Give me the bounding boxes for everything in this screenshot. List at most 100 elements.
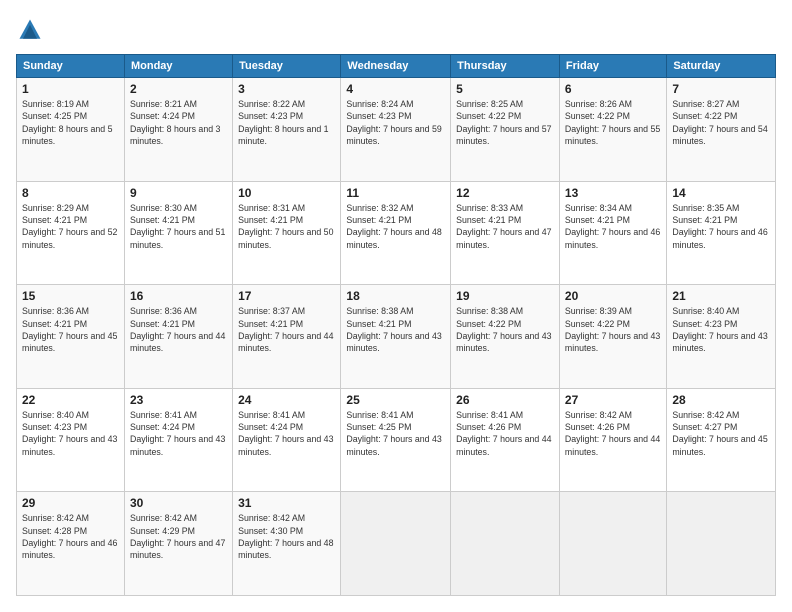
- day-info: Sunrise: 8:35 AM Sunset: 4:21 PM Dayligh…: [672, 202, 770, 251]
- day-info: Sunrise: 8:31 AM Sunset: 4:21 PM Dayligh…: [238, 202, 335, 251]
- day-number: 5: [456, 82, 554, 96]
- day-info: Sunrise: 8:42 AM Sunset: 4:27 PM Dayligh…: [672, 409, 770, 458]
- day-info: Sunrise: 8:30 AM Sunset: 4:21 PM Dayligh…: [130, 202, 227, 251]
- calendar-cell: 23 Sunrise: 8:41 AM Sunset: 4:24 PM Dayl…: [124, 388, 232, 492]
- day-info: Sunrise: 8:36 AM Sunset: 4:21 PM Dayligh…: [22, 305, 119, 354]
- day-number: 3: [238, 82, 335, 96]
- header: [16, 16, 776, 44]
- calendar-cell: 14 Sunrise: 8:35 AM Sunset: 4:21 PM Dayl…: [667, 181, 776, 285]
- calendar-week-row: 29 Sunrise: 8:42 AM Sunset: 4:28 PM Dayl…: [17, 492, 776, 596]
- calendar-header-wednesday: Wednesday: [341, 55, 451, 78]
- day-number: 11: [346, 186, 445, 200]
- calendar-cell: 8 Sunrise: 8:29 AM Sunset: 4:21 PM Dayli…: [17, 181, 125, 285]
- calendar-cell: 21 Sunrise: 8:40 AM Sunset: 4:23 PM Dayl…: [667, 285, 776, 389]
- day-info: Sunrise: 8:24 AM Sunset: 4:23 PM Dayligh…: [346, 98, 445, 147]
- calendar-cell: 13 Sunrise: 8:34 AM Sunset: 4:21 PM Dayl…: [559, 181, 666, 285]
- day-number: 8: [22, 186, 119, 200]
- calendar-cell: 3 Sunrise: 8:22 AM Sunset: 4:23 PM Dayli…: [233, 78, 341, 182]
- day-number: 28: [672, 393, 770, 407]
- calendar-cell: 9 Sunrise: 8:30 AM Sunset: 4:21 PM Dayli…: [124, 181, 232, 285]
- day-number: 27: [565, 393, 661, 407]
- day-info: Sunrise: 8:33 AM Sunset: 4:21 PM Dayligh…: [456, 202, 554, 251]
- day-info: Sunrise: 8:41 AM Sunset: 4:26 PM Dayligh…: [456, 409, 554, 458]
- calendar-cell: 12 Sunrise: 8:33 AM Sunset: 4:21 PM Dayl…: [451, 181, 560, 285]
- calendar-cell: 30 Sunrise: 8:42 AM Sunset: 4:29 PM Dayl…: [124, 492, 232, 596]
- day-number: 4: [346, 82, 445, 96]
- day-number: 22: [22, 393, 119, 407]
- calendar-cell: 6 Sunrise: 8:26 AM Sunset: 4:22 PM Dayli…: [559, 78, 666, 182]
- calendar-header-tuesday: Tuesday: [233, 55, 341, 78]
- calendar-cell: 26 Sunrise: 8:41 AM Sunset: 4:26 PM Dayl…: [451, 388, 560, 492]
- day-number: 21: [672, 289, 770, 303]
- calendar-header-friday: Friday: [559, 55, 666, 78]
- calendar-cell: 11 Sunrise: 8:32 AM Sunset: 4:21 PM Dayl…: [341, 181, 451, 285]
- calendar-week-row: 15 Sunrise: 8:36 AM Sunset: 4:21 PM Dayl…: [17, 285, 776, 389]
- day-info: Sunrise: 8:41 AM Sunset: 4:24 PM Dayligh…: [238, 409, 335, 458]
- day-info: Sunrise: 8:21 AM Sunset: 4:24 PM Dayligh…: [130, 98, 227, 147]
- logo-icon: [16, 16, 44, 44]
- calendar-cell: 15 Sunrise: 8:36 AM Sunset: 4:21 PM Dayl…: [17, 285, 125, 389]
- day-info: Sunrise: 8:42 AM Sunset: 4:30 PM Dayligh…: [238, 512, 335, 561]
- calendar-week-row: 8 Sunrise: 8:29 AM Sunset: 4:21 PM Dayli…: [17, 181, 776, 285]
- calendar-cell: 24 Sunrise: 8:41 AM Sunset: 4:24 PM Dayl…: [233, 388, 341, 492]
- day-info: Sunrise: 8:19 AM Sunset: 4:25 PM Dayligh…: [22, 98, 119, 147]
- day-number: 25: [346, 393, 445, 407]
- day-info: Sunrise: 8:38 AM Sunset: 4:21 PM Dayligh…: [346, 305, 445, 354]
- calendar-cell: 4 Sunrise: 8:24 AM Sunset: 4:23 PM Dayli…: [341, 78, 451, 182]
- calendar-cell: 20 Sunrise: 8:39 AM Sunset: 4:22 PM Dayl…: [559, 285, 666, 389]
- day-number: 24: [238, 393, 335, 407]
- calendar-cell: 18 Sunrise: 8:38 AM Sunset: 4:21 PM Dayl…: [341, 285, 451, 389]
- day-info: Sunrise: 8:40 AM Sunset: 4:23 PM Dayligh…: [672, 305, 770, 354]
- day-number: 9: [130, 186, 227, 200]
- calendar-cell: 16 Sunrise: 8:36 AM Sunset: 4:21 PM Dayl…: [124, 285, 232, 389]
- day-info: Sunrise: 8:32 AM Sunset: 4:21 PM Dayligh…: [346, 202, 445, 251]
- calendar-header-saturday: Saturday: [667, 55, 776, 78]
- day-number: 20: [565, 289, 661, 303]
- day-number: 1: [22, 82, 119, 96]
- day-number: 30: [130, 496, 227, 510]
- calendar-cell: 29 Sunrise: 8:42 AM Sunset: 4:28 PM Dayl…: [17, 492, 125, 596]
- day-info: Sunrise: 8:39 AM Sunset: 4:22 PM Dayligh…: [565, 305, 661, 354]
- calendar-cell: [341, 492, 451, 596]
- day-number: 29: [22, 496, 119, 510]
- day-info: Sunrise: 8:25 AM Sunset: 4:22 PM Dayligh…: [456, 98, 554, 147]
- day-number: 14: [672, 186, 770, 200]
- day-info: Sunrise: 8:22 AM Sunset: 4:23 PM Dayligh…: [238, 98, 335, 147]
- calendar-cell: 7 Sunrise: 8:27 AM Sunset: 4:22 PM Dayli…: [667, 78, 776, 182]
- calendar-cell: 5 Sunrise: 8:25 AM Sunset: 4:22 PM Dayli…: [451, 78, 560, 182]
- calendar-header-thursday: Thursday: [451, 55, 560, 78]
- day-number: 6: [565, 82, 661, 96]
- day-number: 12: [456, 186, 554, 200]
- calendar-cell: 27 Sunrise: 8:42 AM Sunset: 4:26 PM Dayl…: [559, 388, 666, 492]
- calendar-cell: 31 Sunrise: 8:42 AM Sunset: 4:30 PM Dayl…: [233, 492, 341, 596]
- day-info: Sunrise: 8:42 AM Sunset: 4:29 PM Dayligh…: [130, 512, 227, 561]
- day-info: Sunrise: 8:37 AM Sunset: 4:21 PM Dayligh…: [238, 305, 335, 354]
- day-number: 16: [130, 289, 227, 303]
- day-number: 7: [672, 82, 770, 96]
- calendar-cell: 19 Sunrise: 8:38 AM Sunset: 4:22 PM Dayl…: [451, 285, 560, 389]
- calendar-header-sunday: Sunday: [17, 55, 125, 78]
- calendar-cell: 28 Sunrise: 8:42 AM Sunset: 4:27 PM Dayl…: [667, 388, 776, 492]
- calendar-cell: [559, 492, 666, 596]
- day-info: Sunrise: 8:29 AM Sunset: 4:21 PM Dayligh…: [22, 202, 119, 251]
- day-info: Sunrise: 8:34 AM Sunset: 4:21 PM Dayligh…: [565, 202, 661, 251]
- day-info: Sunrise: 8:38 AM Sunset: 4:22 PM Dayligh…: [456, 305, 554, 354]
- calendar-cell: [667, 492, 776, 596]
- day-number: 18: [346, 289, 445, 303]
- day-number: 15: [22, 289, 119, 303]
- day-number: 17: [238, 289, 335, 303]
- calendar-week-row: 1 Sunrise: 8:19 AM Sunset: 4:25 PM Dayli…: [17, 78, 776, 182]
- day-number: 23: [130, 393, 227, 407]
- day-info: Sunrise: 8:42 AM Sunset: 4:26 PM Dayligh…: [565, 409, 661, 458]
- day-info: Sunrise: 8:26 AM Sunset: 4:22 PM Dayligh…: [565, 98, 661, 147]
- calendar-cell: [451, 492, 560, 596]
- calendar-table: SundayMondayTuesdayWednesdayThursdayFrid…: [16, 54, 776, 596]
- day-info: Sunrise: 8:41 AM Sunset: 4:25 PM Dayligh…: [346, 409, 445, 458]
- calendar-week-row: 22 Sunrise: 8:40 AM Sunset: 4:23 PM Dayl…: [17, 388, 776, 492]
- calendar-cell: 1 Sunrise: 8:19 AM Sunset: 4:25 PM Dayli…: [17, 78, 125, 182]
- day-number: 2: [130, 82, 227, 96]
- day-number: 10: [238, 186, 335, 200]
- day-number: 31: [238, 496, 335, 510]
- calendar-cell: 17 Sunrise: 8:37 AM Sunset: 4:21 PM Dayl…: [233, 285, 341, 389]
- calendar-cell: 2 Sunrise: 8:21 AM Sunset: 4:24 PM Dayli…: [124, 78, 232, 182]
